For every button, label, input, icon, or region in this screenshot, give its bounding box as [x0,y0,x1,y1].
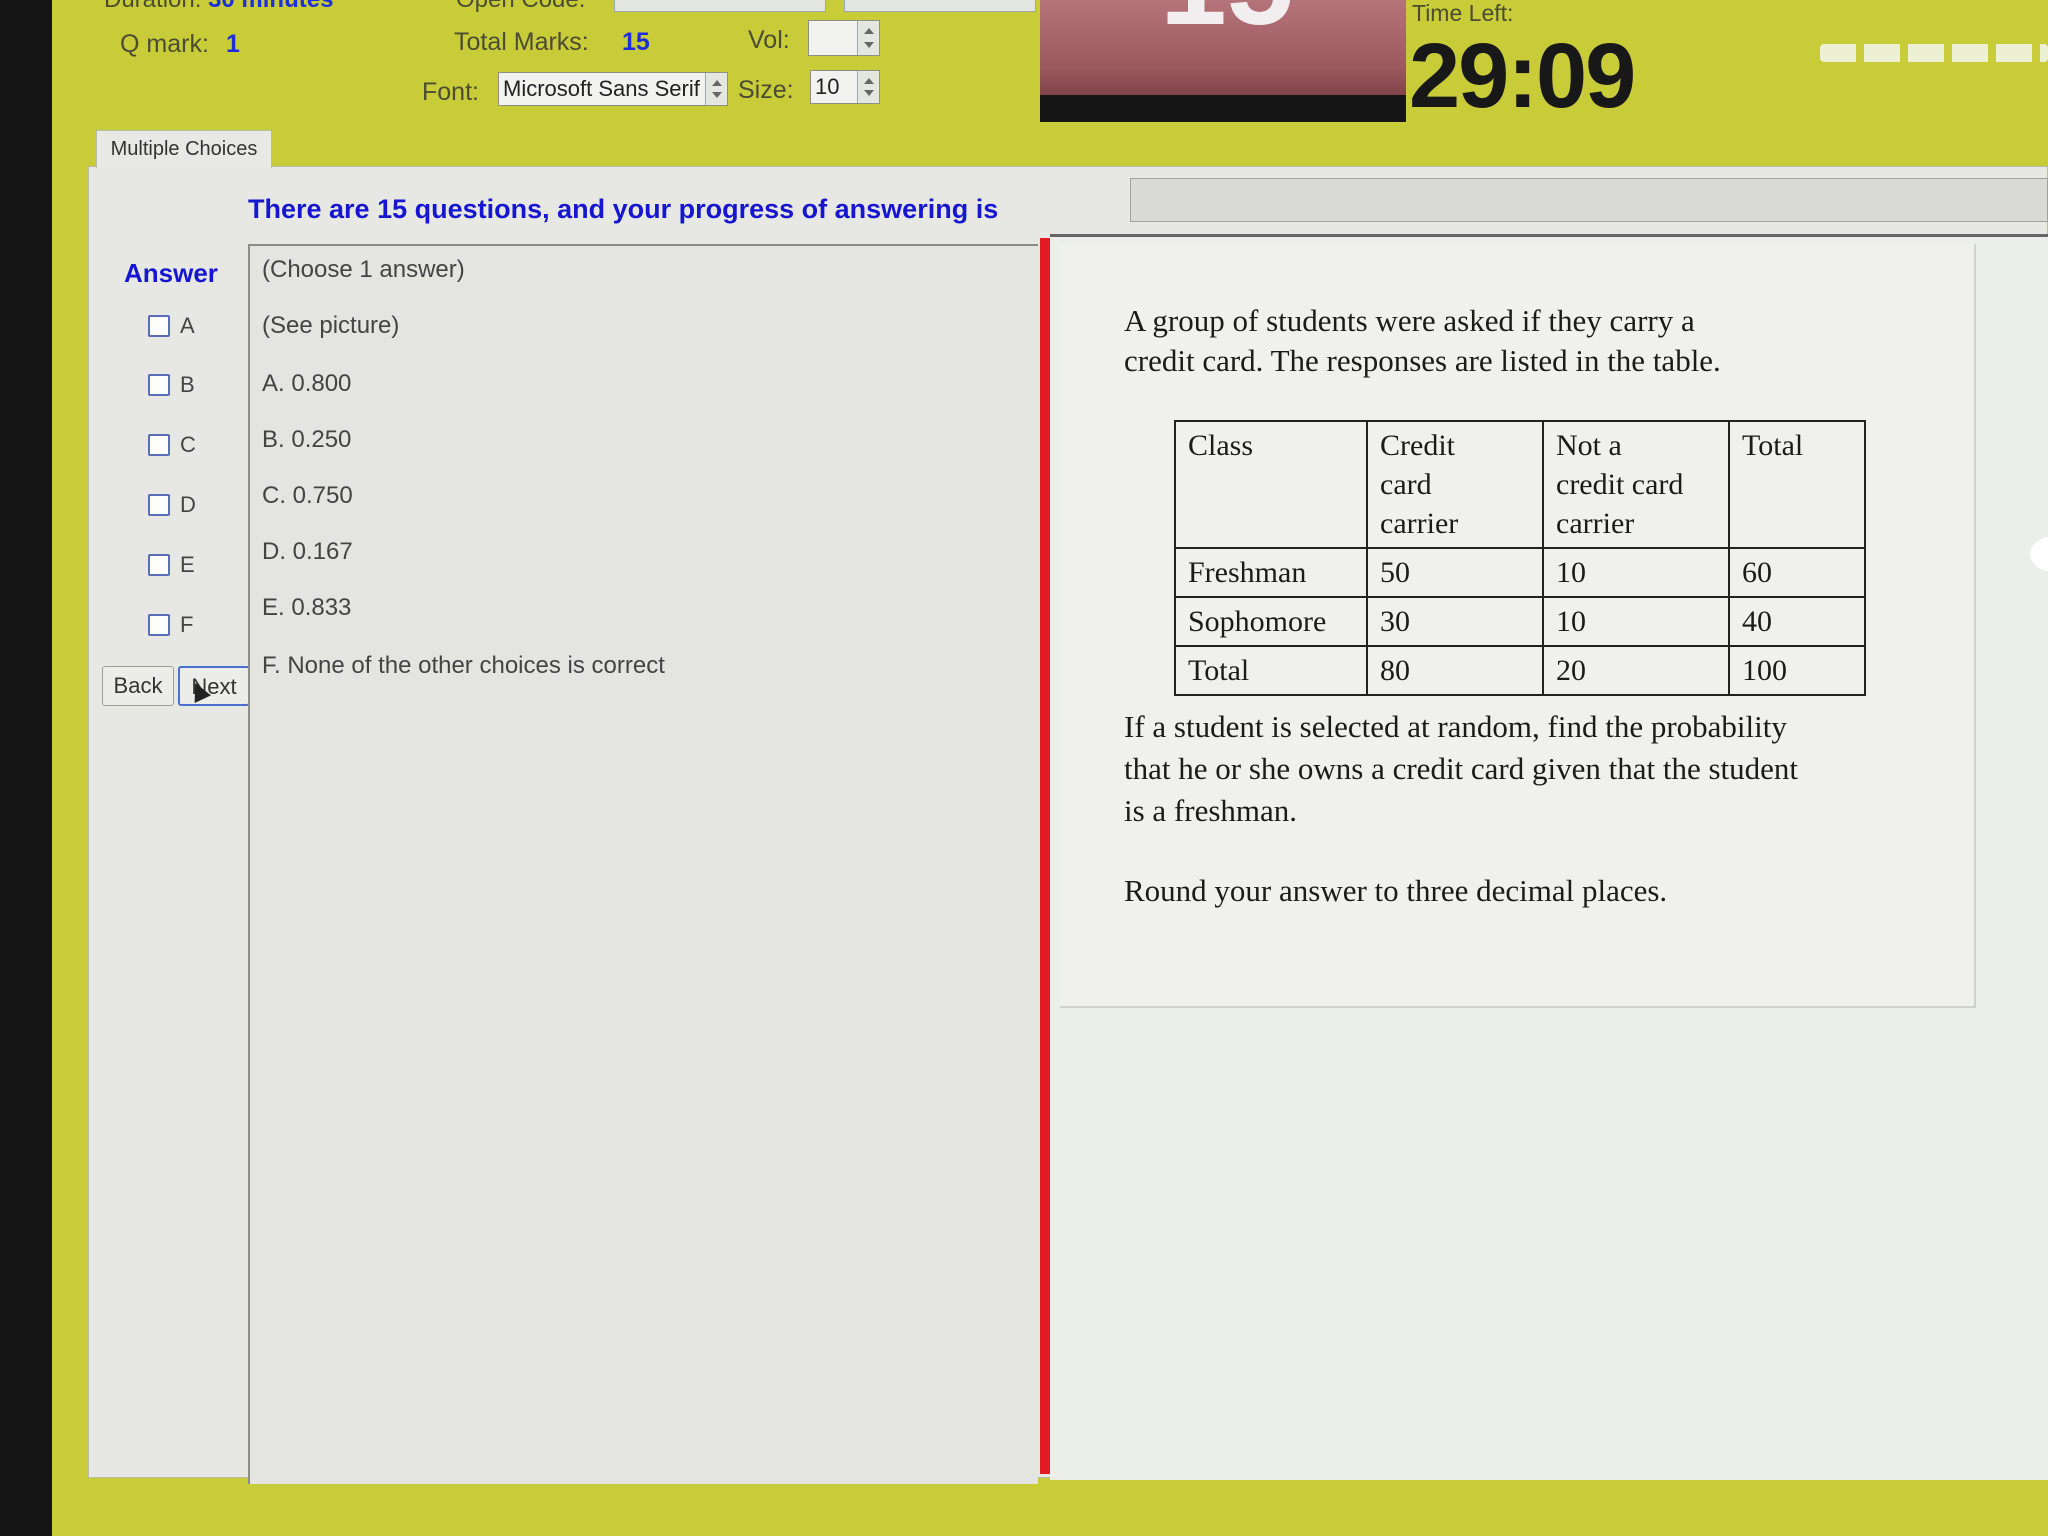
question-rounding: Round your answer to three decimal place… [1124,873,1668,908]
total-marks-value: 15 [622,28,650,56]
header-class: Class [1174,420,1368,549]
q-mark-label: Q mark: [120,30,209,58]
header-credit-card-carrier: Credit card carrier [1366,420,1544,549]
webcam-view: 15 [1040,0,1406,122]
video-number: 15 [1160,0,1293,52]
answer-option-a[interactable]: A [148,311,195,341]
table-cell: 50 [1366,547,1544,598]
table-cell: Total [1174,645,1368,696]
choice-e: E. 0.833 [262,594,352,621]
choice-d: D. 0.167 [262,538,353,565]
table-cell: 10 [1542,547,1730,598]
option-letter: B [180,372,195,397]
font-select[interactable]: Microsoft Sans Serif [498,72,728,106]
choices-see-picture: (See picture) [262,312,400,339]
checkbox[interactable] [148,434,170,456]
checkbox[interactable] [148,315,170,337]
font-spin-arrows[interactable] [705,73,727,105]
answer-option-d[interactable]: D [148,490,196,520]
pane-divider[interactable] [1040,238,1050,1474]
checkbox[interactable] [148,494,170,516]
checkbox[interactable] [148,614,170,636]
choices-pane: (Choose 1 answer) (See picture) A. 0.800… [248,244,1038,1484]
option-letter: C [180,432,196,457]
choice-c: C. 0.750 [262,482,353,509]
size-label: Size: [738,76,794,104]
header-total: Total [1728,420,1866,549]
checkbox[interactable] [148,374,170,396]
option-letter: D [180,492,196,517]
answer-option-c[interactable]: C [148,430,196,460]
table-cell: Freshman [1174,547,1368,598]
answer-option-e[interactable]: E [148,550,195,580]
table-row: Freshman 50 10 60 [1174,547,1866,598]
option-letter: E [180,552,195,577]
answer-title: Answer [124,258,218,288]
duration-text: Duration: 30 minutes [104,0,333,14]
open-code-label: Open Code: [456,0,585,14]
question-prompt-line2: that he or she owns a credit card given … [1124,751,1799,786]
table-cell: 100 [1728,645,1866,696]
checkbox[interactable] [148,554,170,576]
answer-option-f[interactable]: F [148,610,193,640]
font-label: Font: [422,78,479,106]
table-header-row: Class Credit card carrier Not a credit card… [1174,420,1866,549]
table-cell: 80 [1366,645,1544,696]
question-intro-line1: A group of students were asked if they c… [1124,303,1695,338]
size-stepper-value: 10 [815,74,840,99]
progress-bar [1130,178,2048,222]
option-letter: F [180,612,194,637]
screen-glare [1820,44,2048,62]
q-mark-value: 1 [226,30,240,58]
data-table: Class Credit card carrier Not a credit card… [1174,420,1866,696]
choice-f: F. None of the other choices is correct [262,652,665,679]
table-cell: 60 [1728,547,1866,598]
header-not-credit-card-carrier: Not a credit card carrier [1542,420,1730,549]
choice-a: A. 0.800 [262,370,352,397]
volume-spin-arrows[interactable] [857,21,879,55]
time-left-label: Time Left: [1412,0,1514,26]
question-prompt-line3: is a freshman. [1124,793,1298,828]
size-spin-arrows[interactable] [857,71,879,103]
answer-option-b[interactable]: B [148,370,195,400]
vol-label: Vol: [748,26,790,54]
open-code-field[interactable] [614,0,826,12]
table-cell: 20 [1542,645,1730,696]
choice-b: B. 0.250 [262,426,352,453]
size-stepper[interactable]: 10 [810,70,880,104]
table-row: Sophomore 30 10 40 [1174,596,1866,647]
total-marks-label: Total Marks: [454,28,589,56]
choices-instruction: (Choose 1 answer) [262,256,465,283]
table-row: Total 80 20 100 [1174,645,1866,696]
volume-stepper[interactable] [808,20,880,56]
question-prompt-line1: If a student is selected at random, find… [1124,709,1787,744]
table-cell: 40 [1728,596,1866,647]
question-intro-line2: credit card. The responses are listed in… [1124,343,1721,378]
progress-label: There are 15 questions, and your progres… [248,194,999,224]
exam-window: Duration: 30 minutes Open Code: Q mark: … [52,0,2048,1536]
table-cell: Sophomore [1174,596,1368,647]
table-cell: 10 [1542,596,1730,647]
font-select-value: Microsoft Sans Serif [503,76,700,101]
top-right-field[interactable] [844,0,1036,12]
tab-multiple-choices[interactable]: Multiple Choices [96,130,272,168]
table-cell: 30 [1366,596,1544,647]
time-left-value: 29:09 [1409,25,1636,127]
back-button[interactable]: Back [102,666,174,706]
option-letter: A [180,313,195,338]
